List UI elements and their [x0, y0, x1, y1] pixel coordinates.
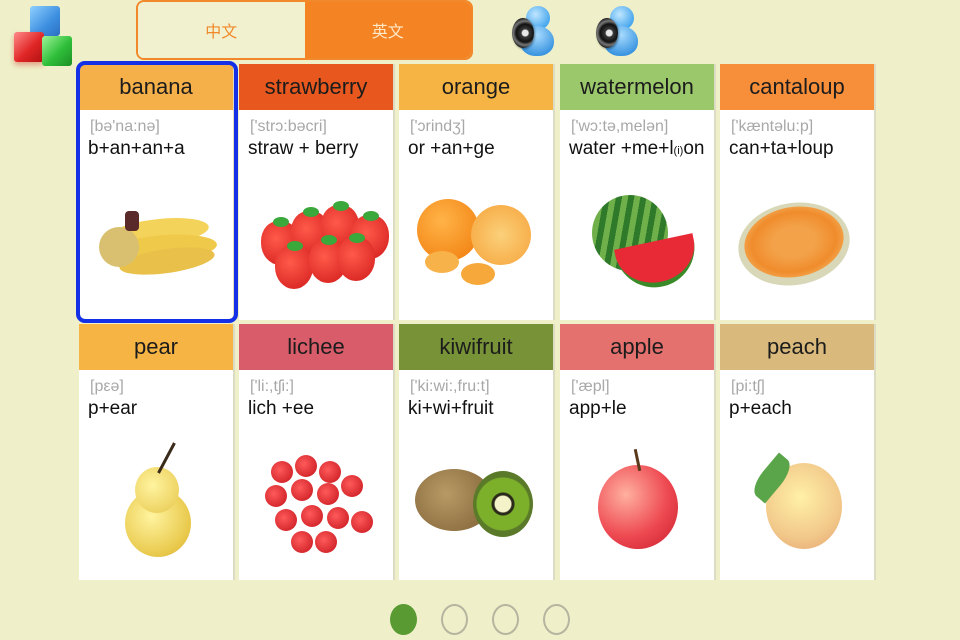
peach-image [720, 436, 874, 566]
card-phonetic: [bə'na:nə] [90, 118, 160, 135]
cantaloup-image [720, 176, 874, 306]
card-phonetic: ['kæntəlu:p] [731, 118, 814, 135]
language-toggle: 中文 英文 [136, 0, 473, 60]
card-phonetic: ['ɔrindʒ] [410, 118, 466, 135]
speaker-cone [512, 18, 534, 48]
fruit-card-strawberry[interactable]: strawberry ['strɔ:bəcri] straw + berry [239, 64, 395, 320]
card-title: peach [720, 324, 874, 370]
card-phonetic: [pi:tʃ] [731, 378, 765, 395]
split-end: on [683, 138, 705, 159]
fruit-card-watermelon[interactable]: watermelon ['wɔ:tə,melən] water +me+l(i)on [560, 64, 716, 320]
page-indicator [390, 604, 570, 635]
page-dot-1[interactable] [390, 604, 417, 635]
card-syllable-split: straw + berry [248, 138, 359, 159]
page-dot-3[interactable] [492, 604, 519, 635]
card-syllable-split: water +me+l(i)on [569, 138, 714, 160]
card-title: banana [79, 64, 233, 110]
card-phonetic: [pεə] [90, 378, 124, 395]
card-title: watermelon [560, 64, 714, 110]
card-title: lichee [239, 324, 393, 370]
card-syllable-split: app+le [569, 398, 627, 419]
orange-image [399, 176, 553, 306]
card-phonetic: ['strɔ:bəcri] [250, 118, 327, 135]
card-title: apple [560, 324, 714, 370]
fruit-card-peach[interactable]: peach [pi:tʃ] p+each [720, 324, 876, 580]
kiwifruit-image [399, 436, 553, 566]
red-cube [14, 32, 44, 62]
speaker-person-icon-2[interactable] [596, 4, 640, 58]
split-main: water +me+l [569, 138, 674, 159]
fruit-card-orange[interactable]: orange ['ɔrindʒ] or +an+ge [399, 64, 555, 320]
page-dot-2[interactable] [441, 604, 468, 635]
fruit-card-pear[interactable]: pear [pεə] p+ear [79, 324, 235, 580]
card-phonetic: ['æpl] [571, 378, 610, 395]
page-dot-4[interactable] [543, 604, 570, 635]
card-phonetic: ['wɔ:tə,melən] [571, 118, 669, 135]
card-title: orange [399, 64, 553, 110]
english-tab[interactable]: 英文 [304, 2, 471, 58]
fruit-card-kiwifruit[interactable]: kiwifruit ['ki:wi:,fru:t] ki+wi+fruit [399, 324, 555, 580]
fruit-card-apple[interactable]: apple ['æpl] app+le [560, 324, 716, 580]
pear-image [79, 436, 233, 566]
fruit-card-grid: banana [bə'na:nə] b+an+an+a strawberry ['str… [76, 61, 877, 580]
card-syllable-split: p+each [729, 398, 792, 419]
chinese-tab[interactable]: 中文 [138, 2, 305, 58]
card-title: strawberry [239, 64, 393, 110]
card-phonetic: ['ki:wi:,fru:t] [410, 378, 490, 395]
fruit-card-banana[interactable]: banana [bə'na:nə] b+an+an+a [76, 61, 238, 323]
card-syllable-split: b+an+an+a [88, 138, 185, 159]
speaker-cone [596, 18, 618, 48]
fruit-card-cantaloup[interactable]: cantaloup ['kæntəlu:p] can+ta+loup [720, 64, 876, 320]
lichee-image [239, 436, 393, 566]
card-phonetic: ['li:,tʃi:] [250, 378, 294, 395]
card-title: cantaloup [720, 64, 874, 110]
card-title: kiwifruit [399, 324, 553, 370]
app-logo-blocks-icon[interactable] [12, 4, 78, 66]
split-small: (i) [673, 145, 684, 157]
card-syllable-split: or +an+ge [408, 138, 495, 159]
banana-image [79, 176, 233, 306]
card-syllable-split: ki+wi+fruit [408, 398, 494, 419]
apple-image [560, 436, 714, 566]
card-syllable-split: can+ta+loup [729, 138, 834, 159]
speaker-person-icon[interactable] [512, 4, 556, 58]
card-syllable-split: lich +ee [248, 398, 315, 419]
watermelon-image [560, 176, 714, 306]
card-title: pear [79, 324, 233, 370]
strawberry-image [239, 176, 393, 306]
green-cube [42, 36, 72, 66]
fruit-card-lichee[interactable]: lichee ['li:,tʃi:] lich +ee [239, 324, 395, 580]
card-syllable-split: p+ear [88, 398, 138, 419]
